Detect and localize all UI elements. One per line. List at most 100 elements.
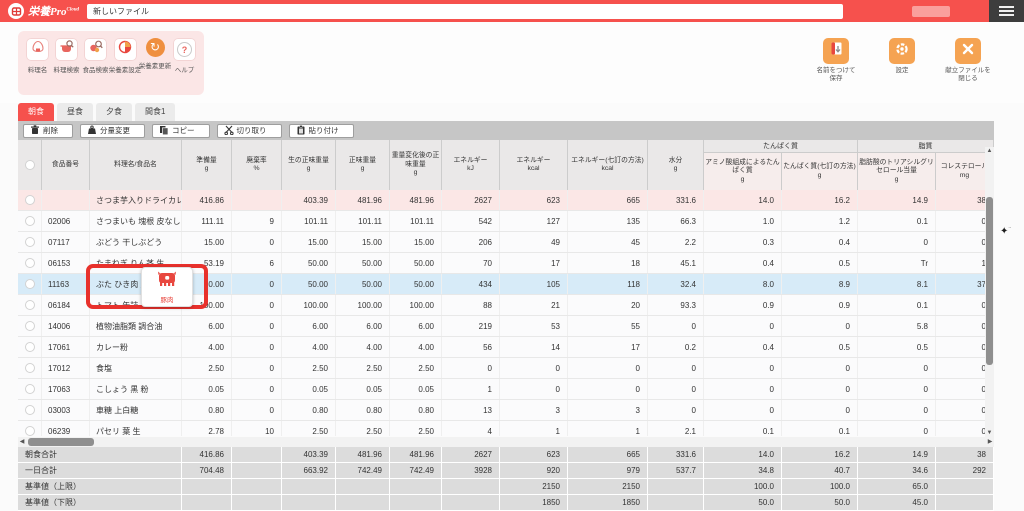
row-checkbox[interactable] — [18, 400, 42, 420]
row-checkbox[interactable] — [18, 190, 42, 210]
value-cell: 20 — [568, 295, 648, 315]
food-name-cell[interactable]: 車糖 上白糖 — [90, 400, 182, 420]
table-row[interactable]: さつま芋入りドライカレー416.86403.39481.96481.962627… — [18, 190, 994, 211]
value-cell: 15.00 — [390, 232, 442, 252]
save-as-button[interactable]: 名前をつけて 保存 — [810, 38, 862, 84]
food-name-cell[interactable]: さつまいも 塊根 皮なし 生 — [90, 211, 182, 231]
tab-夕食[interactable]: 夕食 — [96, 103, 132, 121]
row-checkbox[interactable] — [18, 232, 42, 252]
value-cell: 2.2 — [648, 232, 704, 252]
horizontal-scrollbar[interactable]: ◀ ▶ — [18, 437, 994, 447]
help-button[interactable]: ? ヘルプ — [170, 38, 199, 74]
table-row[interactable]: 17012食塩2.5002.502.502.5000000000 — [18, 358, 994, 379]
value-cell: 0 — [648, 358, 704, 378]
summary-value-cell: 3928 — [442, 463, 500, 479]
scroll-right-arrow[interactable]: ▶ — [986, 437, 994, 447]
close-file-button[interactable]: 献立ファイルを 閉じる — [942, 38, 994, 84]
row-checkbox[interactable] — [18, 274, 42, 294]
food-code-cell: 17012 — [42, 358, 90, 378]
row-checkbox[interactable] — [18, 337, 42, 357]
value-cell: 0 — [232, 274, 282, 294]
user-badge — [912, 6, 950, 17]
value-cell: 0.05 — [390, 379, 442, 399]
value-cell: 0 — [648, 400, 704, 420]
table-row[interactable]: 14006植物油脂類 調合油6.0006.006.006.00219535500… — [18, 316, 994, 337]
table-row[interactable]: 17063こしょう 黒 粉0.0500.050.050.0510000000 — [18, 379, 994, 400]
row-checkbox[interactable] — [18, 358, 42, 378]
onigiri-icon — [30, 39, 46, 60]
food-code-cell: 17063 — [42, 379, 90, 399]
summary-value-cell — [232, 463, 282, 479]
row-checkbox[interactable] — [18, 316, 42, 336]
food-search-button[interactable]: 食品検索 — [81, 38, 110, 74]
sparkle-widget[interactable]: ✦∙∙ — [1000, 226, 1016, 242]
food-name-cell[interactable]: さつま芋入りドライカレー — [90, 190, 182, 210]
file-name-input[interactable] — [87, 4, 843, 19]
copy-button[interactable]: コピー — [152, 124, 210, 138]
scroll-up-arrow[interactable]: ▲ — [985, 147, 994, 155]
row-checkbox[interactable] — [18, 253, 42, 273]
refresh-icon: ↻ — [146, 38, 165, 57]
summary-value-cell — [182, 495, 232, 511]
dish-name-button[interactable]: 料理名 — [23, 38, 52, 74]
delete-button[interactable]: 削除 — [23, 124, 73, 138]
horizontal-scroll-thumb[interactable] — [28, 438, 94, 446]
value-cell: 0.5 — [782, 253, 858, 273]
value-cell: 50.00 — [390, 253, 442, 273]
table-row[interactable]: 03003車糖 上白糖0.8000.800.800.80133300000 — [18, 400, 994, 421]
scroll-left-arrow[interactable]: ◀ — [18, 437, 26, 447]
tab-朝食[interactable]: 朝食 — [18, 103, 54, 121]
value-cell: 18 — [568, 253, 648, 273]
value-cell: Tr — [858, 253, 936, 273]
food-name-cell[interactable]: 食塩 — [90, 358, 182, 378]
summary-value-cell: 40.7 — [782, 463, 858, 479]
checkbox-circle — [25, 321, 35, 331]
checkbox-circle — [25, 216, 35, 226]
column-unit: kcal — [527, 165, 539, 173]
tab-間食1[interactable]: 間食1 — [135, 103, 175, 121]
row-checkbox[interactable] — [18, 211, 42, 231]
summary-value-cell: 331.6 — [648, 447, 704, 463]
food-name-cell[interactable]: カレー粉 — [90, 337, 182, 357]
summary-value-cell — [232, 447, 282, 463]
summary-value-cell — [336, 495, 390, 511]
value-cell: 0.05 — [182, 379, 232, 399]
vertical-scrollbar[interactable]: ▲ ▼ — [985, 147, 994, 437]
summary-value-cell: 742.49 — [336, 463, 390, 479]
summary-label: 一日合計 — [18, 463, 182, 479]
table-row[interactable]: 07117ぶどう 干しぶどう15.00015.0015.0015.0020649… — [18, 232, 994, 253]
food-name-cell[interactable]: こしょう 黒 粉 — [90, 379, 182, 399]
settings-button[interactable]: 設定 — [876, 38, 928, 84]
nutrient-update-button[interactable]: ↻ 栄養素更新 — [140, 38, 170, 70]
summary-value-cell: 50.0 — [704, 495, 782, 511]
amount-change-button[interactable]: 分量変更 — [80, 124, 145, 138]
table-row[interactable]: 17061カレー粉4.0004.004.004.005614170.20.40.… — [18, 337, 994, 358]
hamburger-menu-button[interactable] — [989, 0, 1024, 22]
cut-button[interactable]: 切り取り — [217, 124, 282, 138]
summary-value-cell — [390, 479, 442, 495]
table-row[interactable]: 02006さつまいも 塊根 皮なし 生111.119101.11101.1110… — [18, 211, 994, 232]
dish-search-button[interactable]: 料理検索 — [52, 38, 81, 74]
value-cell: 2.50 — [182, 358, 232, 378]
column-group-cells: アミノ酸組成によるたんぱく質gたんぱく質(七訂の方法)g — [704, 153, 858, 190]
table-row[interactable]: 06239パセリ 葉 生2.78102.502.502.504112.10.10… — [18, 421, 994, 436]
row-checkbox[interactable] — [18, 295, 42, 315]
summary-value-cell: 704.48 — [182, 463, 232, 479]
value-cell: 0.5 — [782, 337, 858, 357]
value-cell: 53 — [500, 316, 568, 336]
select-all-checkbox[interactable] — [18, 140, 42, 190]
tab-昼食[interactable]: 昼食 — [57, 103, 93, 121]
summary-value-cell: 45.0 — [858, 495, 936, 511]
food-name-cell[interactable]: パセリ 葉 生 — [90, 421, 182, 436]
row-checkbox[interactable] — [18, 421, 42, 436]
scroll-down-arrow[interactable]: ▼ — [985, 429, 994, 437]
value-cell: 0 — [704, 400, 782, 420]
nutrient-settings-button[interactable]: 栄養素設定 — [110, 38, 140, 74]
food-name-cell[interactable]: 植物油脂類 調合油 — [90, 316, 182, 336]
food-name-cell[interactable]: ぶどう 干しぶどう — [90, 232, 182, 252]
paste-button[interactable]: 貼り付け — [289, 124, 354, 138]
row-checkbox[interactable] — [18, 379, 42, 399]
value-cell: 2.50 — [282, 358, 336, 378]
value-cell: 0 — [858, 379, 936, 399]
vertical-scroll-thumb[interactable] — [986, 197, 993, 365]
